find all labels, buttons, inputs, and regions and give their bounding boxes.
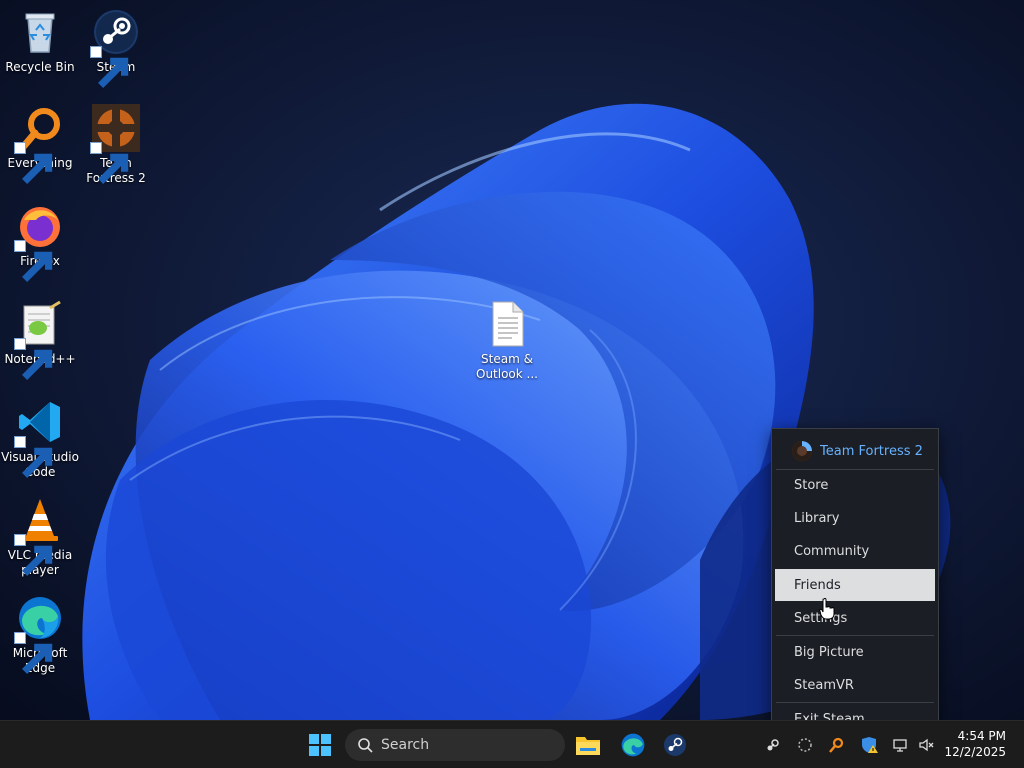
taskbar-clock[interactable]: 4:54 PM 12/2/2025 xyxy=(944,728,1006,760)
menu-header-label: Team Fortress 2 xyxy=(820,443,923,459)
desktop-icon-label: Steam & Outlook ... xyxy=(476,352,538,381)
steam-tray-menu: Team Fortress 2 Store Library Community … xyxy=(771,428,939,740)
shortcut-arrow-icon xyxy=(90,142,129,184)
file-explorer-icon xyxy=(575,733,601,757)
app-tray-icon[interactable] xyxy=(795,735,815,755)
recycle-bin-icon xyxy=(16,8,64,56)
search-placeholder: Search xyxy=(381,737,430,753)
team-fortress-2-icon xyxy=(90,104,140,184)
notepad-plus-plus-icon xyxy=(14,300,64,380)
taskbar-steam-button[interactable] xyxy=(657,727,693,763)
taskbar-file-explorer-button[interactable] xyxy=(570,727,606,763)
desktop-icon-recycle-bin[interactable]: Recycle Bin xyxy=(0,8,80,75)
steam-icon xyxy=(663,733,687,757)
menu-item-library[interactable]: Library xyxy=(775,502,935,534)
steam-tray-icon[interactable] xyxy=(763,735,783,755)
steam-icon xyxy=(90,8,140,88)
clock-date: 12/2/2025 xyxy=(944,745,1006,759)
desktop-icon-label: Recycle Bin xyxy=(5,60,75,74)
menu-item-store[interactable]: Store xyxy=(775,469,935,501)
shortcut-arrow-icon xyxy=(14,240,53,282)
desktop-icon-firefox[interactable]: Firefox xyxy=(0,202,80,282)
shortcut-arrow-icon xyxy=(14,142,53,184)
everything-icon xyxy=(14,104,64,184)
volume-muted-icon[interactable] xyxy=(916,735,936,755)
vscode-icon xyxy=(14,398,64,478)
taskbar-edge-button[interactable] xyxy=(615,727,651,763)
start-button[interactable] xyxy=(302,727,338,763)
clock-time: 4:54 PM xyxy=(957,729,1006,743)
shortcut-arrow-icon xyxy=(14,534,53,576)
menu-item-settings[interactable]: Settings xyxy=(775,602,935,634)
menu-item-friends[interactable]: Friends xyxy=(775,569,935,601)
edge-icon xyxy=(14,594,64,674)
desktop-icon-visual-studio-code[interactable]: Visual Studio Code xyxy=(0,398,80,480)
desktop-icon-vlc[interactable]: VLC media player xyxy=(0,496,80,578)
shortcut-arrow-icon xyxy=(90,46,129,88)
menu-item-big-picture[interactable]: Big Picture xyxy=(775,636,935,668)
desktop-icon-team-fortress-2[interactable]: Team Fortress 2 xyxy=(76,104,156,186)
taskbar: Search 4:54 PM 12/2/2025 xyxy=(0,720,1024,768)
search-icon xyxy=(357,737,373,753)
shortcut-arrow-icon xyxy=(14,338,53,380)
menu-item-community[interactable]: Community xyxy=(775,535,935,567)
start-icon xyxy=(308,733,332,757)
desktop-icon-microsoft-edge[interactable]: Microsoft Edge xyxy=(0,594,80,676)
hand-cursor-icon xyxy=(819,597,835,624)
vlc-icon xyxy=(14,496,64,576)
desktop-icon-notepad-plus-plus[interactable]: Notepad++ xyxy=(0,300,80,380)
taskbar-search-box[interactable]: Search xyxy=(345,729,565,761)
shortcut-arrow-icon xyxy=(14,436,53,478)
firefox-icon xyxy=(14,202,64,282)
network-icon[interactable] xyxy=(890,735,910,755)
menu-item-steamvr[interactable]: SteamVR xyxy=(775,669,935,701)
everything-tray-icon[interactable] xyxy=(826,735,846,755)
menu-header-recent-game[interactable]: Team Fortress 2 xyxy=(772,435,938,467)
edge-icon xyxy=(620,732,646,758)
team-fortress-2-icon xyxy=(792,441,812,461)
desktop-icon-everything[interactable]: Everything xyxy=(0,104,80,184)
shortcut-arrow-icon xyxy=(14,632,53,674)
desktop-icon-steam[interactable]: Steam xyxy=(76,8,156,88)
security-warning-icon[interactable] xyxy=(860,735,880,755)
text-file-icon xyxy=(483,300,531,348)
desktop-icon-text-file[interactable]: Steam & Outlook ... xyxy=(467,300,547,382)
